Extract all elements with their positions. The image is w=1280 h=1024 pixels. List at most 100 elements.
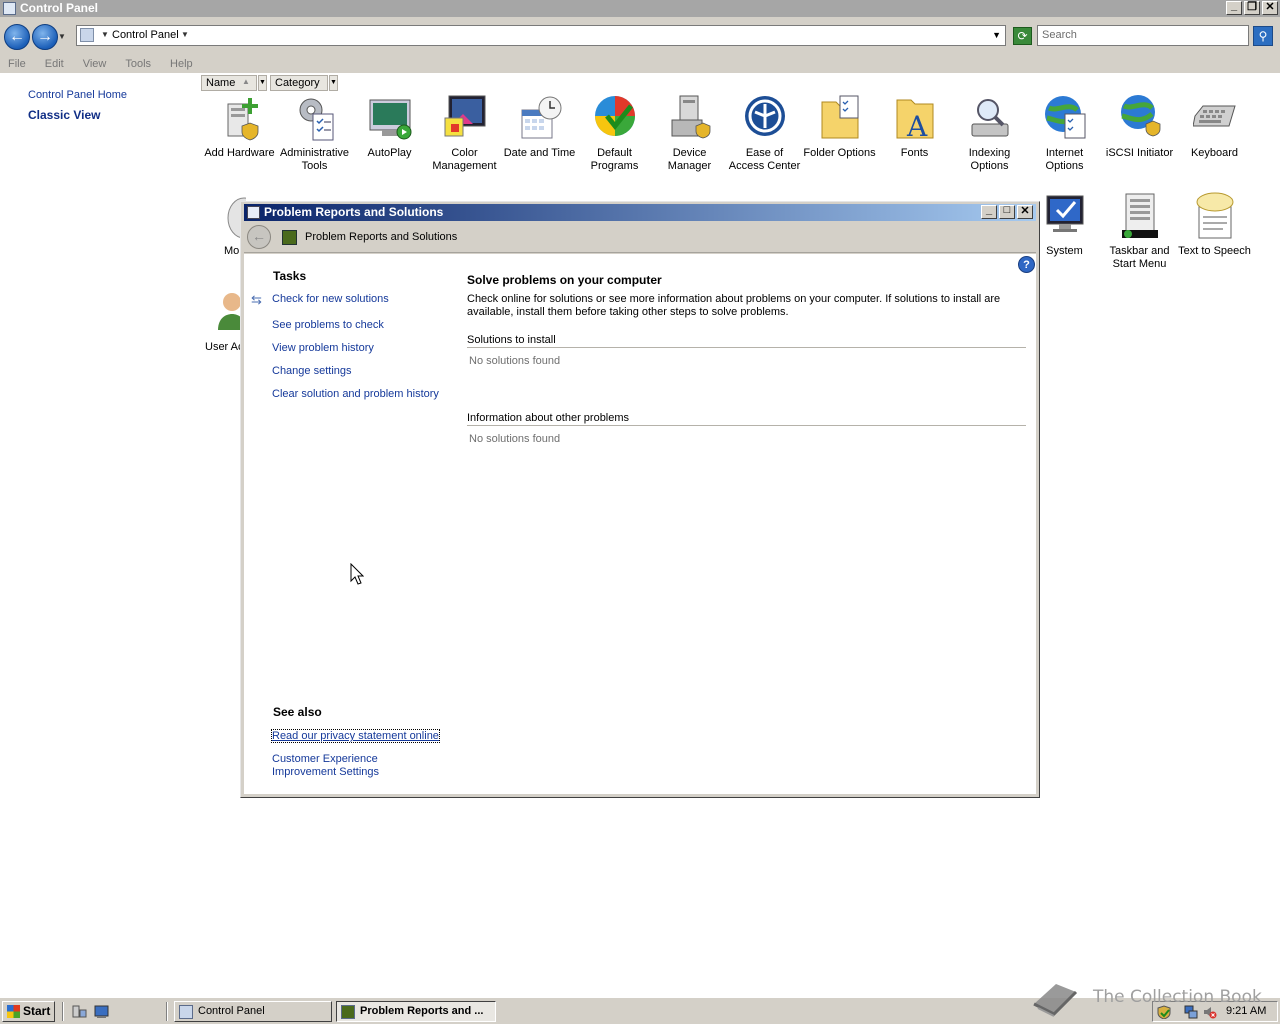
quicklaunch-separator — [62, 1002, 64, 1021]
other-problems-empty: No solutions found — [469, 433, 561, 445]
search-input[interactable]: Search — [1037, 25, 1249, 46]
cp-item-fonts[interactable]: A Fonts — [877, 94, 952, 160]
help-icon[interactable]: ? — [1018, 256, 1035, 273]
view-problem-history-link[interactable]: View problem history — [272, 342, 374, 354]
back-arrow-icon: ← — [9, 28, 25, 45]
chevron-down-icon[interactable]: ▼ — [101, 30, 109, 39]
folder-options-icon — [818, 94, 862, 144]
cp-item-internet-options[interactable]: Internet Options — [1027, 94, 1102, 173]
taskbar-start-menu-icon — [1118, 192, 1162, 242]
dialog-title-bar[interactable]: Problem Reports and Solutions _ □ ✕ — [244, 204, 1036, 221]
show-desktop-icon[interactable] — [94, 1004, 109, 1019]
column-header-name[interactable]: Name ▲ — [201, 75, 257, 91]
column-header-category[interactable]: Category — [270, 75, 328, 91]
cp-item-add-hardware[interactable]: Add Hardware — [202, 94, 277, 160]
taskbar-button-problem-reports[interactable]: Problem Reports and ... — [336, 1001, 496, 1022]
svg-text:A: A — [906, 110, 928, 143]
dialog-window-controls: _ □ ✕ — [981, 204, 1033, 219]
left-task-pane: Control Panel Home Classic View — [0, 73, 200, 997]
cp-item-device-manager[interactable]: Device Manager — [652, 94, 727, 173]
cp-item-indexing-options[interactable]: Indexing Options — [952, 94, 1027, 173]
cp-item-label: Keyboard — [1190, 147, 1239, 159]
ease-of-access-icon — [743, 94, 787, 144]
restore-button[interactable]: ❐ — [1244, 1, 1260, 15]
forward-button[interactable]: → — [32, 24, 58, 50]
cp-item-date-and-time[interactable]: Date and Time — [502, 94, 577, 160]
windows-flag-icon — [7, 1005, 20, 1018]
restore-icon: ❐ — [1247, 1, 1257, 13]
cp-item-administrative-tools[interactable]: Administrative Tools — [277, 94, 352, 173]
dialog-maximize-button[interactable]: □ — [999, 204, 1015, 219]
refresh-button[interactable]: ⟳ — [1013, 27, 1032, 45]
color-management-icon — [443, 94, 487, 144]
privacy-statement-link[interactable]: Read our privacy statement online — [271, 729, 440, 743]
address-history-dropdown[interactable]: ▼ — [992, 30, 1001, 40]
customer-experience-settings-link[interactable]: Customer Experience Improvement Settings — [272, 753, 392, 779]
start-button[interactable]: Start — [2, 1001, 55, 1022]
cp-item-label: User Ac — [205, 341, 244, 353]
problem-reports-window: Problem Reports and Solutions _ □ ✕ ← Pr… — [240, 201, 1040, 798]
cp-item-label: Text to Speech — [1178, 245, 1251, 257]
menu-help[interactable]: Help — [170, 57, 193, 73]
minimize-button[interactable]: _ — [1226, 0, 1242, 15]
cp-item-iscsi-initiator[interactable]: iSCSI Initiator — [1102, 94, 1177, 160]
see-problems-to-check-link[interactable]: See problems to check — [272, 319, 384, 331]
name-filter-dropdown[interactable]: ▼ — [258, 75, 267, 91]
category-filter-dropdown[interactable]: ▼ — [329, 75, 338, 91]
cp-item-label: Default Programs — [590, 147, 639, 172]
cp-item-label: Folder Options — [803, 147, 876, 159]
menu-view[interactable]: View — [83, 57, 107, 73]
cp-item-folder-options[interactable]: Folder Options — [802, 94, 877, 160]
iscsi-initiator-icon — [1118, 94, 1162, 144]
search-button[interactable]: ⚲ — [1253, 26, 1273, 46]
classic-view-link[interactable]: Classic View — [28, 108, 101, 122]
watermark-text: The Collection Book — [1093, 987, 1262, 1007]
system-icon — [1043, 192, 1087, 242]
dialog-title: Problem Reports and Solutions — [264, 205, 444, 219]
sort-ascending-icon: ▲ — [242, 77, 250, 86]
cp-item-label: Indexing Options — [968, 147, 1011, 172]
back-button[interactable]: ← — [4, 24, 30, 50]
dialog-back-button[interactable]: ← — [247, 225, 271, 249]
problem-reports-icon — [282, 230, 297, 245]
default-programs-icon — [593, 94, 637, 144]
device-manager-icon — [668, 94, 712, 144]
cp-item-label: Add Hardware — [204, 147, 275, 159]
minimize-icon: _ — [985, 204, 993, 216]
dialog-close-button[interactable]: ✕ — [1017, 205, 1033, 219]
cp-item-ease-of-access-center[interactable]: Ease of Access Center — [727, 94, 802, 173]
cp-item-label: iSCSI Initiator — [1105, 147, 1174, 159]
taskbar-button-label: Problem Reports and ... — [360, 1005, 484, 1017]
close-icon: ✕ — [1265, 1, 1275, 13]
address-path[interactable]: Control Panel — [112, 29, 179, 41]
cp-item-taskbar-and-start-menu[interactable]: Taskbar and Start Menu — [1102, 192, 1177, 271]
main-title-bar[interactable]: Control Panel _ ❐ ✕ — [0, 0, 1280, 17]
address-field[interactable]: ▼ Control Panel ▼ ▼ — [76, 25, 1006, 46]
cp-item-autoplay[interactable]: AutoPlay — [352, 94, 427, 160]
cp-item-default-programs[interactable]: Default Programs — [577, 94, 652, 173]
cp-item-keyboard[interactable]: Keyboard — [1177, 94, 1252, 160]
user-accounts-icon — [216, 288, 246, 338]
dialog-minimize-button[interactable]: _ — [981, 204, 997, 219]
menu-tools[interactable]: Tools — [125, 57, 151, 73]
fonts-icon: A — [893, 94, 937, 144]
taskbar-button-control-panel[interactable]: Control Panel — [174, 1001, 332, 1022]
recent-pages-dropdown[interactable]: ▼ — [58, 32, 66, 41]
cp-item-color-management[interactable]: Color Management — [427, 94, 502, 173]
clear-history-link[interactable]: Clear solution and problem history — [272, 388, 439, 400]
cp-item-text-to-speech[interactable]: Text to Speech — [1177, 192, 1252, 258]
server-manager-icon[interactable] — [72, 1004, 87, 1019]
change-settings-link[interactable]: Change settings — [272, 365, 352, 377]
cp-item-user-accounts[interactable]: User Ac — [202, 288, 246, 354]
back-arrow-icon: ← — [252, 228, 266, 244]
menu-edit[interactable]: Edit — [45, 57, 64, 73]
chevron-down-icon[interactable]: ▼ — [181, 30, 189, 39]
menu-file[interactable]: File — [8, 57, 26, 73]
other-problems-heading: Information about other problems — [467, 412, 1026, 426]
check-for-new-solutions-link[interactable]: Check for new solutions — [272, 293, 389, 305]
close-button[interactable]: ✕ — [1262, 1, 1278, 15]
menu-bar: File Edit View Tools Help — [0, 57, 1280, 73]
search-icon: ⚲ — [1258, 29, 1268, 43]
control-panel-home-link[interactable]: Control Panel Home — [28, 89, 127, 101]
administrative-tools-icon — [293, 94, 337, 144]
